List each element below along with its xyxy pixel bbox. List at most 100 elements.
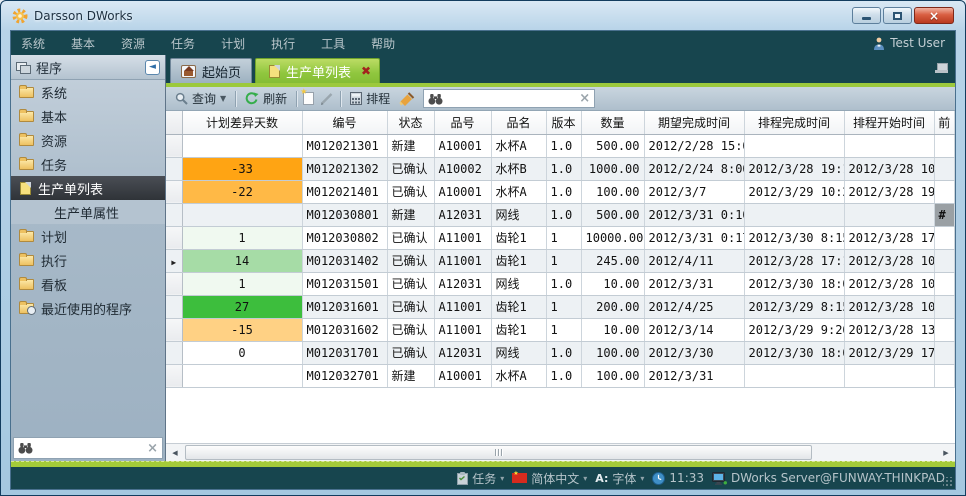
cell-expect[interactable]: 2012/3/31 0:10 <box>644 203 744 226</box>
sidebar-item[interactable]: 任务 <box>11 152 165 176</box>
cell-status[interactable]: 已确认 <box>387 249 434 272</box>
horizontal-scrollbar[interactable]: ◀ ▶ <box>166 443 955 461</box>
cell-sched_end[interactable]: 2012/3/28 17:13 <box>744 249 844 272</box>
cell-sched_end[interactable]: 2012/3/30 8:15 <box>744 226 844 249</box>
cell-extra[interactable] <box>934 226 955 249</box>
cell-item_no[interactable]: A12031 <box>434 272 491 295</box>
menu-item[interactable]: 执行 <box>271 35 295 52</box>
cell-qty[interactable]: 100.00 <box>581 364 644 387</box>
cell-expect[interactable]: 2012/3/7 <box>644 180 744 203</box>
cell-sched_end[interactable]: 2012/3/29 10:20 <box>744 180 844 203</box>
cell-expect[interactable]: 2012/3/31 <box>644 364 744 387</box>
cell-qty[interactable]: 10.00 <box>581 318 644 341</box>
menu-item[interactable]: 基本 <box>71 35 95 52</box>
sidebar-item[interactable]: 计划 <box>11 224 165 248</box>
cell-diff[interactable]: 1 <box>182 226 302 249</box>
resize-grip[interactable] <box>943 477 953 487</box>
cell-diff[interactable]: -15 <box>182 318 302 341</box>
row-selector-current[interactable] <box>166 249 182 272</box>
cell-item_name[interactable]: 水杯A <box>491 134 546 157</box>
table-row[interactable]: 0M012031701已确认A12031网线1.0100.002012/3/30… <box>166 341 955 364</box>
table-row[interactable]: -33M012021302已确认A10002水杯B1.01000.002012/… <box>166 157 955 180</box>
table-row[interactable]: M012032701新建A10001水杯A1.0100.002012/3/31 <box>166 364 955 387</box>
cell-item_no[interactable]: A12031 <box>434 341 491 364</box>
column-header-extra[interactable]: 前 <box>934 111 955 134</box>
cell-extra[interactable] <box>934 272 955 295</box>
cell-diff[interactable] <box>182 134 302 157</box>
sidebar-search-input[interactable] <box>37 440 143 456</box>
cell-item_name[interactable]: 水杯A <box>491 364 546 387</box>
cell-status[interactable]: 新建 <box>387 134 434 157</box>
cell-item_name[interactable]: 齿轮1 <box>491 318 546 341</box>
cell-sched_start[interactable] <box>844 134 934 157</box>
column-header-item_name[interactable]: 品名 <box>491 111 546 134</box>
cell-status[interactable]: 已确认 <box>387 226 434 249</box>
cell-extra[interactable] <box>934 318 955 341</box>
cell-no[interactable]: M012031602 <box>302 318 387 341</box>
sidebar-item[interactable]: 看板 <box>11 272 165 296</box>
column-header-expect[interactable]: 期望完成时间 <box>644 111 744 134</box>
cell-sched_start[interactable]: 2012/3/28 10:52 <box>844 157 934 180</box>
cell-status[interactable]: 已确认 <box>387 318 434 341</box>
cell-diff[interactable]: 0 <box>182 341 302 364</box>
tab-home[interactable]: 起始页 <box>170 58 252 83</box>
table-row[interactable]: -22M012021401已确认A10001水杯A1.0100.002012/3… <box>166 180 955 203</box>
cell-item_no[interactable]: A10001 <box>434 180 491 203</box>
sidebar-search-clear-icon[interactable]: × <box>147 442 158 455</box>
cell-ver[interactable]: 1.0 <box>546 364 581 387</box>
cell-sched_end[interactable] <box>744 203 844 226</box>
column-header-ver[interactable]: 版本 <box>546 111 581 134</box>
cell-no[interactable]: M012031601 <box>302 295 387 318</box>
cell-qty[interactable]: 100.00 <box>581 180 644 203</box>
cell-sched_start[interactable]: 2012/3/28 17:13 <box>844 226 934 249</box>
cell-sched_start[interactable]: 2012/3/28 10:52 <box>844 249 934 272</box>
row-selector[interactable] <box>166 134 182 157</box>
cell-item_name[interactable]: 水杯A <box>491 180 546 203</box>
cell-item_name[interactable]: 水杯B <box>491 157 546 180</box>
cell-expect[interactable]: 2012/2/28 15:00 <box>644 134 744 157</box>
cell-qty[interactable]: 200.00 <box>581 295 644 318</box>
status-font-menu[interactable]: A: 字体 ▾ <box>595 470 644 487</box>
cell-sched_end[interactable] <box>744 364 844 387</box>
cell-extra[interactable] <box>934 180 955 203</box>
cell-extra[interactable] <box>934 157 955 180</box>
cell-item_name[interactable]: 齿轮1 <box>491 249 546 272</box>
cell-diff[interactable] <box>182 203 302 226</box>
cell-sched_start[interactable]: 2012/3/29 17:46 <box>844 341 934 364</box>
cell-status[interactable]: 已确认 <box>387 295 434 318</box>
cell-qty[interactable]: 500.00 <box>581 134 644 157</box>
broom-icon[interactable] <box>399 92 415 106</box>
cell-diff[interactable]: -33 <box>182 157 302 180</box>
cell-diff[interactable]: 14 <box>182 249 302 272</box>
cell-ver[interactable]: 1.0 <box>546 134 581 157</box>
scrollbar-thumb[interactable] <box>185 445 812 460</box>
table-row[interactable]: M012030801新建A12031网线1.0500.002012/3/31 0… <box>166 203 955 226</box>
cell-sched_start[interactable]: 2012/3/28 13:40 <box>844 318 934 341</box>
cell-ver[interactable]: 1.0 <box>546 341 581 364</box>
cell-extra[interactable] <box>934 364 955 387</box>
column-header-item_no[interactable]: 品号 <box>434 111 491 134</box>
cell-sched_end[interactable]: 2012/3/28 19:10 <box>744 157 844 180</box>
sidebar-item[interactable]: 系统 <box>11 80 165 104</box>
cell-no[interactable]: M012021302 <box>302 157 387 180</box>
cell-extra[interactable]: # <box>934 203 955 226</box>
schedule-button[interactable]: 排程 <box>347 88 393 109</box>
cell-extra[interactable] <box>934 134 955 157</box>
minimize-button[interactable] <box>852 7 881 24</box>
table-row[interactable]: M012021301新建A10001水杯A1.0500.002012/2/28 … <box>166 134 955 157</box>
menu-item[interactable]: 系统 <box>21 35 45 52</box>
column-header-sched_end[interactable]: 排程完成时间 <box>744 111 844 134</box>
menu-item[interactable]: 资源 <box>121 35 145 52</box>
cell-diff[interactable]: -22 <box>182 180 302 203</box>
cell-ver[interactable]: 1.0 <box>546 272 581 295</box>
cell-no[interactable]: M012031701 <box>302 341 387 364</box>
cell-diff[interactable] <box>182 364 302 387</box>
cell-extra[interactable] <box>934 295 955 318</box>
cell-no[interactable]: M012021401 <box>302 180 387 203</box>
cell-item_no[interactable]: A11001 <box>434 249 491 272</box>
new-document-icon[interactable] <box>303 92 314 105</box>
row-selector[interactable] <box>166 341 182 364</box>
cell-sched_start[interactable] <box>844 364 934 387</box>
tab-production-order-list[interactable]: 生产单列表 ✖ <box>255 58 380 83</box>
query-button[interactable]: 查询 ▼ <box>172 88 229 109</box>
